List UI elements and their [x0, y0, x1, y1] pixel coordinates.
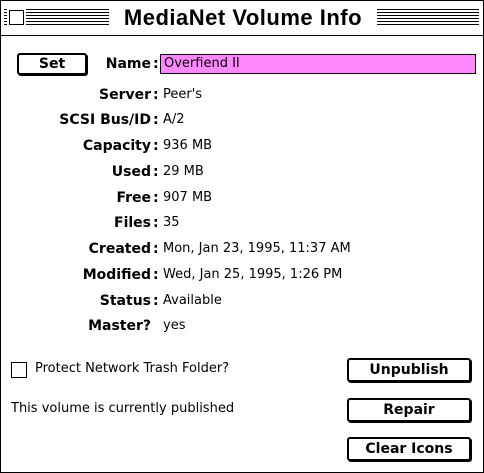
publish-status-message: This volume is currently published: [11, 401, 235, 416]
files-colon: :: [153, 215, 159, 231]
window-title: MediaNet Volume Info: [109, 4, 377, 32]
status-label: Status: [99, 293, 151, 309]
free-value: 907 MB: [163, 190, 213, 205]
created-colon: :: [153, 241, 159, 257]
files-label: Files: [114, 215, 151, 231]
scsi-colon: :: [153, 112, 159, 128]
used-value: 29 MB: [163, 164, 204, 179]
status-value: Available: [163, 293, 222, 308]
volume-info-window: MediaNet Volume Info Set Name : Overfien…: [0, 0, 484, 473]
modified-colon: :: [153, 267, 159, 283]
server-value: Peer's: [163, 87, 203, 102]
title-bar-stripes-right: [377, 9, 479, 27]
capacity-colon: :: [153, 138, 159, 154]
master-value: yes: [163, 318, 186, 333]
modified-value: Wed, Jan 25, 1995, 1:26 PM: [163, 267, 343, 282]
clear-icons-button[interactable]: Clear Icons: [347, 437, 471, 461]
free-label: Free: [116, 190, 151, 206]
protect-trash-label[interactable]: Protect Network Trash Folder?: [35, 360, 229, 378]
created-label: Created: [88, 241, 151, 257]
server-colon: :: [153, 87, 159, 103]
used-label: Used: [111, 164, 151, 180]
used-colon: :: [153, 164, 159, 180]
status-colon: :: [153, 293, 159, 309]
modified-label: Modified: [82, 267, 151, 283]
created-value: Mon, Jan 23, 1995, 11:37 AM: [163, 241, 351, 256]
repair-button[interactable]: Repair: [347, 398, 471, 422]
capacity-value: 936 MB: [163, 138, 213, 153]
title-bar[interactable]: MediaNet Volume Info: [1, 1, 483, 36]
files-value: 35: [163, 215, 180, 230]
free-colon: :: [153, 190, 159, 206]
master-label: Master?: [88, 318, 151, 334]
capacity-label: Capacity: [82, 138, 151, 154]
server-label: Server: [98, 87, 151, 103]
name-label: Name: [105, 56, 151, 72]
set-button[interactable]: Set: [17, 53, 87, 75]
name-field[interactable]: Overfiend II: [160, 54, 476, 74]
protect-trash-checkbox[interactable]: [11, 362, 27, 378]
name-colon: :: [153, 56, 159, 72]
scsi-label: SCSI Bus/ID: [59, 112, 151, 128]
unpublish-button[interactable]: Unpublish: [347, 358, 471, 382]
close-box-icon[interactable]: [9, 10, 24, 25]
scsi-value: A/2: [163, 112, 185, 127]
